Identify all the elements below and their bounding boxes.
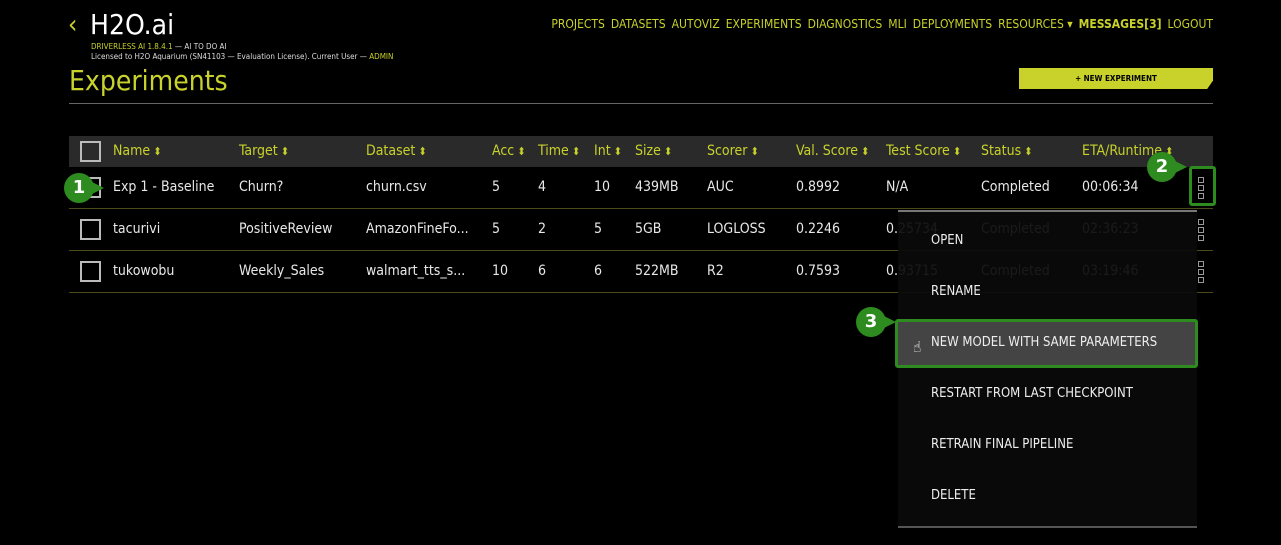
- cell: Completed: [981, 179, 1050, 195]
- logo: H2O.ai: [90, 8, 175, 41]
- cell: 2: [538, 221, 547, 237]
- license-text: Licensed to H2O Aquarium (SN41103 — Eval…: [91, 52, 393, 61]
- nav-resources[interactable]: RESOURCES ▾: [998, 17, 1073, 31]
- cell: R2: [707, 263, 724, 279]
- callout-1: 1: [64, 173, 104, 203]
- cell: tukowobu: [113, 263, 175, 279]
- cell: AmazonFineFo...: [366, 221, 469, 237]
- cell: 6: [594, 263, 603, 279]
- column-header[interactable]: Val. Score: [796, 143, 869, 159]
- row-checkbox[interactable]: [80, 219, 101, 240]
- column-header[interactable]: Size: [635, 143, 672, 159]
- current-user: ADMIN: [369, 52, 394, 61]
- cell: 10: [594, 179, 611, 195]
- cell: 0.7593: [796, 263, 841, 279]
- cell: 5: [594, 221, 603, 237]
- context-menu: [898, 210, 1197, 528]
- column-header[interactable]: Int: [594, 143, 622, 159]
- more-options-icon[interactable]: [1198, 261, 1204, 285]
- cell: tacurivi: [113, 221, 161, 237]
- table-header: Name Target Dataset Acc Time Int Size Scorer Val…: [69, 136, 1213, 167]
- version: DRIVERLESS AI 1.8.4.1: [91, 42, 173, 51]
- row-checkbox[interactable]: [80, 261, 101, 282]
- cell: Churn?: [239, 179, 284, 195]
- cell: 5: [492, 221, 501, 237]
- top-nav: PROJECTS DATASETS AUTOVIZ EXPERIMENTS DIAGNO…: [551, 17, 1213, 31]
- cell: 4: [538, 179, 547, 195]
- cell: 439MB: [635, 179, 679, 195]
- nav-mli[interactable]: MLI: [888, 17, 907, 31]
- cell: LOGLOSS: [707, 221, 766, 237]
- cell: AUC: [707, 179, 734, 195]
- menu-item-delete[interactable]: DELETE: [931, 488, 976, 503]
- chevron-left-icon[interactable]: ‹: [68, 10, 77, 40]
- hand-cursor-icon: ☝: [913, 338, 922, 356]
- tagline: — AI TO DO AI: [172, 42, 227, 51]
- cell: 10: [492, 263, 509, 279]
- cell: PositiveReview: [239, 221, 333, 237]
- cell: Exp 1 - Baseline: [113, 179, 215, 195]
- menu-item-restart-from-last-checkpoint[interactable]: RESTART FROM LAST CHECKPOINT: [931, 386, 1133, 401]
- nav-messages[interactable]: MESSAGES[3]: [1079, 17, 1162, 31]
- menu-item-open[interactable]: OPEN: [931, 233, 963, 248]
- page-title: Experiments: [69, 64, 228, 97]
- cell: churn.csv: [366, 179, 427, 195]
- column-header[interactable]: Status: [981, 143, 1033, 159]
- menu-item-retrain-final-pipeline[interactable]: RETRAIN FINAL PIPELINE: [931, 437, 1073, 452]
- cell: 0.2246: [796, 221, 841, 237]
- cell: 522MB: [635, 263, 679, 279]
- nav-logout[interactable]: LOGOUT: [1168, 17, 1213, 31]
- column-header[interactable]: Scorer: [707, 143, 759, 159]
- cell: 0.8992: [796, 179, 841, 195]
- cell: 00:06:34: [1082, 179, 1139, 195]
- menu-item-rename[interactable]: RENAME: [931, 284, 981, 299]
- license: Licensed to H2O Aquarium (SN41103 — Eval…: [91, 52, 370, 61]
- cell: 5: [492, 179, 501, 195]
- menu-item-new-model-with-same-parameters[interactable]: NEW MODEL WITH SAME PARAMETERS: [931, 335, 1157, 350]
- column-header[interactable]: Acc: [492, 143, 526, 159]
- callout-2: 2: [1147, 152, 1187, 182]
- more-options-icon[interactable]: [1198, 219, 1204, 243]
- nav-projects[interactable]: PROJECTS: [551, 17, 605, 31]
- column-header[interactable]: Name: [113, 143, 162, 159]
- nav-diagnostics[interactable]: DIAGNOSTICS: [808, 17, 883, 31]
- cell: Weekly_Sales: [239, 263, 325, 279]
- version-text: DRIVERLESS AI 1.8.4.1 — AI TO DO AI: [91, 42, 227, 51]
- new-experiment-button[interactable]: + NEW EXPERIMENT: [1019, 68, 1213, 89]
- callout-3: 3: [856, 307, 896, 337]
- cell: 5GB: [635, 221, 662, 237]
- divider: [69, 103, 1213, 104]
- nav-deployments[interactable]: DEPLOYMENTS: [913, 17, 992, 31]
- callout-ring: [1189, 166, 1216, 206]
- cell: 6: [538, 263, 547, 279]
- nav-experiments[interactable]: EXPERIMENTS: [726, 17, 802, 31]
- table-row[interactable]: Exp 1 - Baseline Churn? churn.csv 5 4 10 439MB…: [69, 167, 1213, 209]
- column-header[interactable]: Target: [239, 143, 289, 159]
- column-header[interactable]: Time: [538, 143, 580, 159]
- column-header[interactable]: Test Score: [886, 143, 961, 159]
- cell: N/A: [886, 179, 909, 195]
- nav-datasets[interactable]: DATASETS: [611, 17, 666, 31]
- select-all-checkbox[interactable]: [80, 141, 101, 162]
- column-header[interactable]: Dataset: [366, 143, 427, 159]
- nav-autoviz[interactable]: AUTOVIZ: [672, 17, 720, 31]
- cell: walmart_tts_s...: [366, 263, 466, 279]
